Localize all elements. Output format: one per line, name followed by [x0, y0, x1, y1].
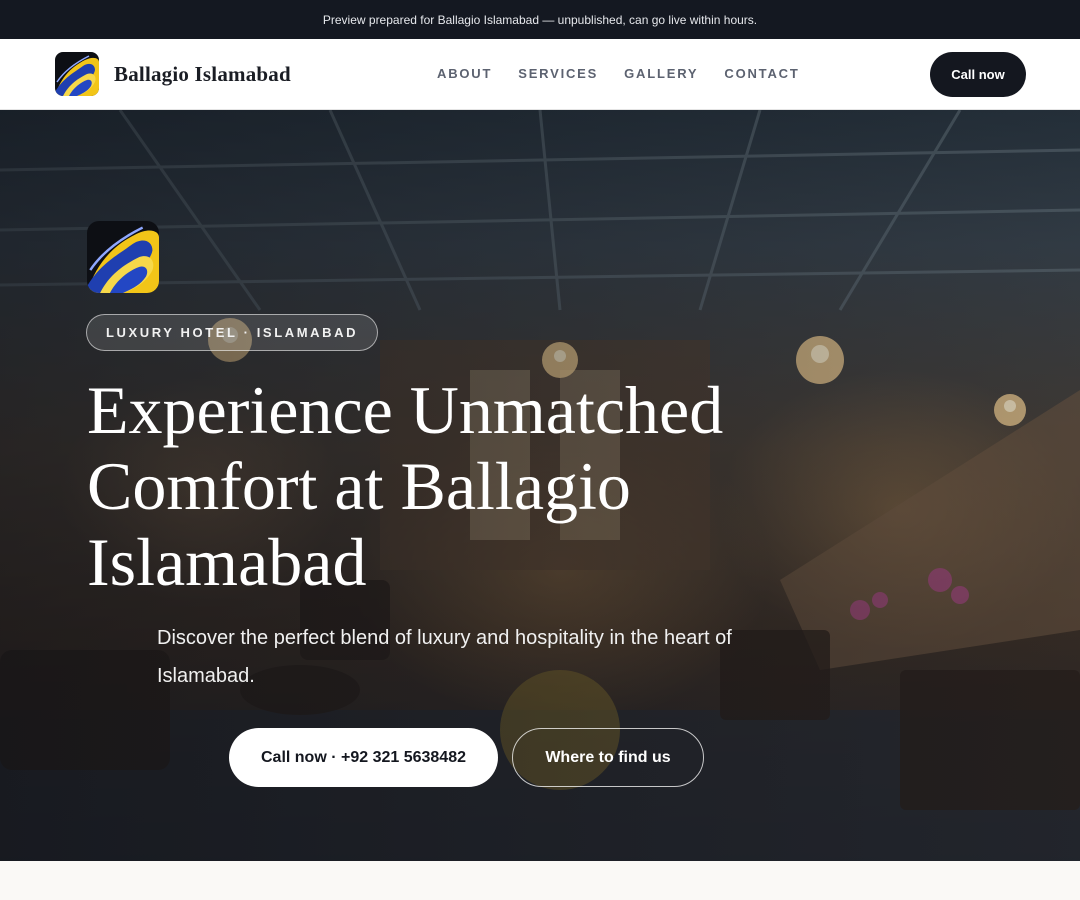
- hero-eyebrow-text: LUXURY HOTEL · ISLAMABAD: [106, 325, 359, 340]
- hero-section: LUXURY HOTEL · ISLAMABAD Experience Unma…: [0, 110, 1080, 861]
- brand[interactable]: Ballagio Islamabad: [55, 52, 291, 96]
- nav-link-contact[interactable]: CONTACT: [724, 66, 799, 81]
- hero-find-us-button[interactable]: Where to find us: [512, 728, 704, 787]
- hero-logo-icon: [87, 221, 159, 293]
- preview-banner: Preview prepared for Ballagio Islamabad …: [0, 0, 1080, 39]
- brand-logo-icon: [55, 52, 99, 96]
- hero-call-button[interactable]: Call now · +92 321 5638482: [229, 728, 498, 787]
- top-navbar: Ballagio Islamabad ABOUT SERVICES GALLER…: [0, 39, 1080, 110]
- nav-link-gallery[interactable]: GALLERY: [624, 66, 698, 81]
- hero-title: Experience Unmatched Comfort at Ballagio…: [87, 372, 724, 600]
- hero-eyebrow-badge: LUXURY HOTEL · ISLAMABAD: [86, 314, 379, 351]
- brand-name: Ballagio Islamabad: [114, 61, 291, 86]
- hero-subtitle: Discover the perfect blend of luxury and…: [157, 627, 732, 687]
- nav-link-services[interactable]: SERVICES: [518, 66, 598, 81]
- nav-call-now-button[interactable]: Call now: [930, 52, 1026, 97]
- preview-banner-text: Preview prepared for Ballagio Islamabad …: [322, 12, 758, 27]
- nav-link-about[interactable]: ABOUT: [437, 66, 492, 81]
- main-nav: ABOUT SERVICES GALLERY CONTACT: [437, 66, 826, 81]
